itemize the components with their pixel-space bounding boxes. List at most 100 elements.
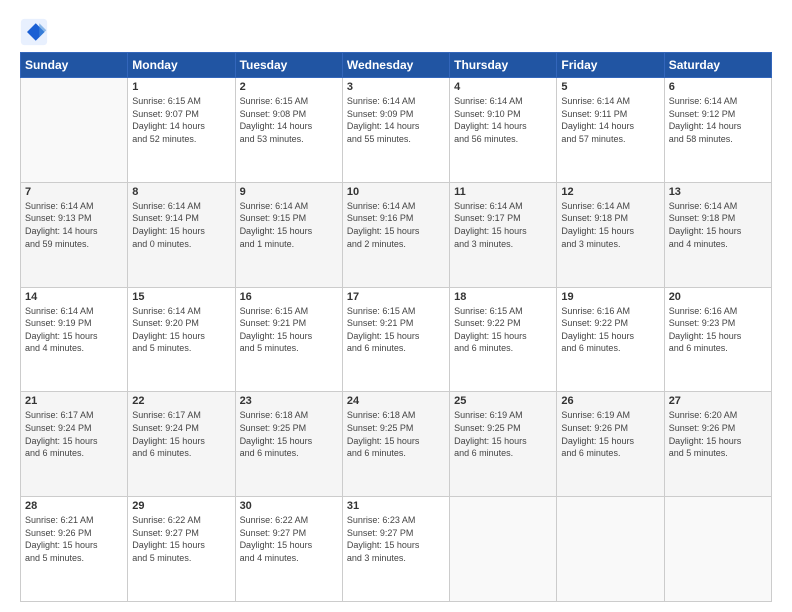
day-number: 3: [347, 81, 445, 93]
day-number: 22: [132, 395, 230, 407]
day-detail: Sunrise: 6:17 AM Sunset: 9:24 PM Dayligh…: [25, 409, 123, 459]
calendar-cell: 17Sunrise: 6:15 AM Sunset: 9:21 PM Dayli…: [342, 287, 449, 392]
calendar-cell: 1 Sunrise: 6:15 AM Sunset: 9:07 PM Daylig…: [128, 78, 235, 183]
calendar-week-row: 21 Sunrise: 6:17 AM Sunset: 9:24 PM Dayli…: [21, 392, 772, 497]
calendar-week-row: 1 Sunrise: 6:15 AM Sunset: 9:07 PM Daylig…: [21, 78, 772, 183]
calendar-cell: 12 Sunrise: 6:14 AM Sunset: 9:18 PM Dayli…: [557, 182, 664, 287]
calendar-cell: 25 Sunrise: 6:19 AM Sunset: 9:25 PM Dayli…: [450, 392, 557, 497]
day-detail: Sunrise: 6:18 AM Sunset: 9:25 PM Dayligh…: [240, 409, 338, 459]
day-detail: Sunrise: 6:16 AM Sunset: 9:23 PM Dayligh…: [669, 305, 767, 355]
day-number: 20: [669, 291, 767, 303]
weekday-header: Wednesday: [342, 53, 449, 78]
day-number: 5: [561, 81, 659, 93]
calendar-cell: 29Sunrise: 6:22 AM Sunset: 9:27 PM Dayli…: [128, 497, 235, 602]
day-number: 4: [454, 81, 552, 93]
day-number: 28: [25, 500, 123, 512]
day-detail: Sunrise: 6:14 AM Sunset: 9:15 PM Dayligh…: [240, 200, 338, 250]
day-detail: Sunrise: 6:14 AM Sunset: 9:20 PM Dayligh…: [132, 305, 230, 355]
calendar-cell: 10 Sunrise: 6:14 AM Sunset: 9:16 PM Dayli…: [342, 182, 449, 287]
calendar-cell: 3 Sunrise: 6:14 AM Sunset: 9:09 PM Daylig…: [342, 78, 449, 183]
day-number: 31: [347, 500, 445, 512]
day-number: 15: [132, 291, 230, 303]
calendar-cell: [450, 497, 557, 602]
calendar-header-row: SundayMondayTuesdayWednesdayThursdayFrid…: [21, 53, 772, 78]
calendar-cell: 20 Sunrise: 6:16 AM Sunset: 9:23 PM Dayli…: [664, 287, 771, 392]
calendar-cell: 16Sunrise: 6:15 AM Sunset: 9:21 PM Dayli…: [235, 287, 342, 392]
day-number: 1: [132, 81, 230, 93]
day-number: 12: [561, 186, 659, 198]
calendar-cell: 24Sunrise: 6:18 AM Sunset: 9:25 PM Dayli…: [342, 392, 449, 497]
day-number: 14: [25, 291, 123, 303]
day-number: 29: [132, 500, 230, 512]
day-detail: Sunrise: 6:14 AM Sunset: 9:13 PM Dayligh…: [25, 200, 123, 250]
day-detail: Sunrise: 6:15 AM Sunset: 9:22 PM Dayligh…: [454, 305, 552, 355]
calendar-cell: 31 Sunrise: 6:23 AM Sunset: 9:27 PM Dayli…: [342, 497, 449, 602]
day-detail: Sunrise: 6:14 AM Sunset: 9:19 PM Dayligh…: [25, 305, 123, 355]
day-number: 24: [347, 395, 445, 407]
day-number: 26: [561, 395, 659, 407]
calendar-week-row: 14 Sunrise: 6:14 AM Sunset: 9:19 PM Dayli…: [21, 287, 772, 392]
day-detail: Sunrise: 6:14 AM Sunset: 9:18 PM Dayligh…: [561, 200, 659, 250]
calendar-cell: 8 Sunrise: 6:14 AM Sunset: 9:14 PM Daylig…: [128, 182, 235, 287]
weekday-header: Monday: [128, 53, 235, 78]
calendar-cell: 7 Sunrise: 6:14 AM Sunset: 9:13 PM Daylig…: [21, 182, 128, 287]
day-number: 19: [561, 291, 659, 303]
calendar-week-row: 28 Sunrise: 6:21 AM Sunset: 9:26 PM Dayli…: [21, 497, 772, 602]
day-detail: Sunrise: 6:14 AM Sunset: 9:16 PM Dayligh…: [347, 200, 445, 250]
day-detail: Sunrise: 6:14 AM Sunset: 9:10 PM Dayligh…: [454, 95, 552, 145]
day-number: 30: [240, 500, 338, 512]
day-detail: Sunrise: 6:14 AM Sunset: 9:11 PM Dayligh…: [561, 95, 659, 145]
day-detail: Sunrise: 6:15 AM Sunset: 9:21 PM Dayligh…: [347, 305, 445, 355]
day-detail: Sunrise: 6:16 AM Sunset: 9:22 PM Dayligh…: [561, 305, 659, 355]
day-number: 10: [347, 186, 445, 198]
calendar-cell: 23 Sunrise: 6:18 AM Sunset: 9:25 PM Dayli…: [235, 392, 342, 497]
day-detail: Sunrise: 6:14 AM Sunset: 9:14 PM Dayligh…: [132, 200, 230, 250]
calendar-cell: 13Sunrise: 6:14 AM Sunset: 9:18 PM Dayli…: [664, 182, 771, 287]
logo: [20, 18, 52, 46]
day-detail: Sunrise: 6:23 AM Sunset: 9:27 PM Dayligh…: [347, 514, 445, 564]
day-detail: Sunrise: 6:20 AM Sunset: 9:26 PM Dayligh…: [669, 409, 767, 459]
day-number: 21: [25, 395, 123, 407]
calendar-cell: 6Sunrise: 6:14 AM Sunset: 9:12 PM Daylig…: [664, 78, 771, 183]
calendar-cell: 9 Sunrise: 6:14 AM Sunset: 9:15 PM Daylig…: [235, 182, 342, 287]
day-detail: Sunrise: 6:21 AM Sunset: 9:26 PM Dayligh…: [25, 514, 123, 564]
calendar-cell: 30 Sunrise: 6:22 AM Sunset: 9:27 PM Dayli…: [235, 497, 342, 602]
calendar-cell: [557, 497, 664, 602]
calendar-cell: [664, 497, 771, 602]
day-number: 23: [240, 395, 338, 407]
day-number: 27: [669, 395, 767, 407]
day-number: 6: [669, 81, 767, 93]
day-number: 2: [240, 81, 338, 93]
calendar-cell: 14 Sunrise: 6:14 AM Sunset: 9:19 PM Dayli…: [21, 287, 128, 392]
day-number: 11: [454, 186, 552, 198]
day-detail: Sunrise: 6:14 AM Sunset: 9:18 PM Dayligh…: [669, 200, 767, 250]
calendar-cell: [21, 78, 128, 183]
calendar-cell: 21 Sunrise: 6:17 AM Sunset: 9:24 PM Dayli…: [21, 392, 128, 497]
calendar-cell: 15 Sunrise: 6:14 AM Sunset: 9:20 PM Dayli…: [128, 287, 235, 392]
day-number: 16: [240, 291, 338, 303]
day-detail: Sunrise: 6:22 AM Sunset: 9:27 PM Dayligh…: [240, 514, 338, 564]
page: SundayMondayTuesdayWednesdayThursdayFrid…: [0, 0, 792, 612]
calendar-cell: 4 Sunrise: 6:14 AM Sunset: 9:10 PM Daylig…: [450, 78, 557, 183]
day-number: 25: [454, 395, 552, 407]
day-number: 18: [454, 291, 552, 303]
calendar-cell: 27 Sunrise: 6:20 AM Sunset: 9:26 PM Dayli…: [664, 392, 771, 497]
weekday-header: Thursday: [450, 53, 557, 78]
day-number: 7: [25, 186, 123, 198]
calendar-cell: 5 Sunrise: 6:14 AM Sunset: 9:11 PM Daylig…: [557, 78, 664, 183]
calendar-cell: 2Sunrise: 6:15 AM Sunset: 9:08 PM Daylig…: [235, 78, 342, 183]
weekday-header: Saturday: [664, 53, 771, 78]
day-detail: Sunrise: 6:19 AM Sunset: 9:25 PM Dayligh…: [454, 409, 552, 459]
calendar-cell: 22Sunrise: 6:17 AM Sunset: 9:24 PM Dayli…: [128, 392, 235, 497]
calendar-cell: 26 Sunrise: 6:19 AM Sunset: 9:26 PM Dayli…: [557, 392, 664, 497]
day-number: 8: [132, 186, 230, 198]
logo-icon: [20, 18, 48, 46]
weekday-header: Tuesday: [235, 53, 342, 78]
day-detail: Sunrise: 6:15 AM Sunset: 9:07 PM Dayligh…: [132, 95, 230, 145]
calendar-week-row: 7 Sunrise: 6:14 AM Sunset: 9:13 PM Daylig…: [21, 182, 772, 287]
calendar-table: SundayMondayTuesdayWednesdayThursdayFrid…: [20, 52, 772, 602]
calendar-cell: 19 Sunrise: 6:16 AM Sunset: 9:22 PM Dayli…: [557, 287, 664, 392]
day-detail: Sunrise: 6:19 AM Sunset: 9:26 PM Dayligh…: [561, 409, 659, 459]
day-number: 9: [240, 186, 338, 198]
day-detail: Sunrise: 6:14 AM Sunset: 9:09 PM Dayligh…: [347, 95, 445, 145]
